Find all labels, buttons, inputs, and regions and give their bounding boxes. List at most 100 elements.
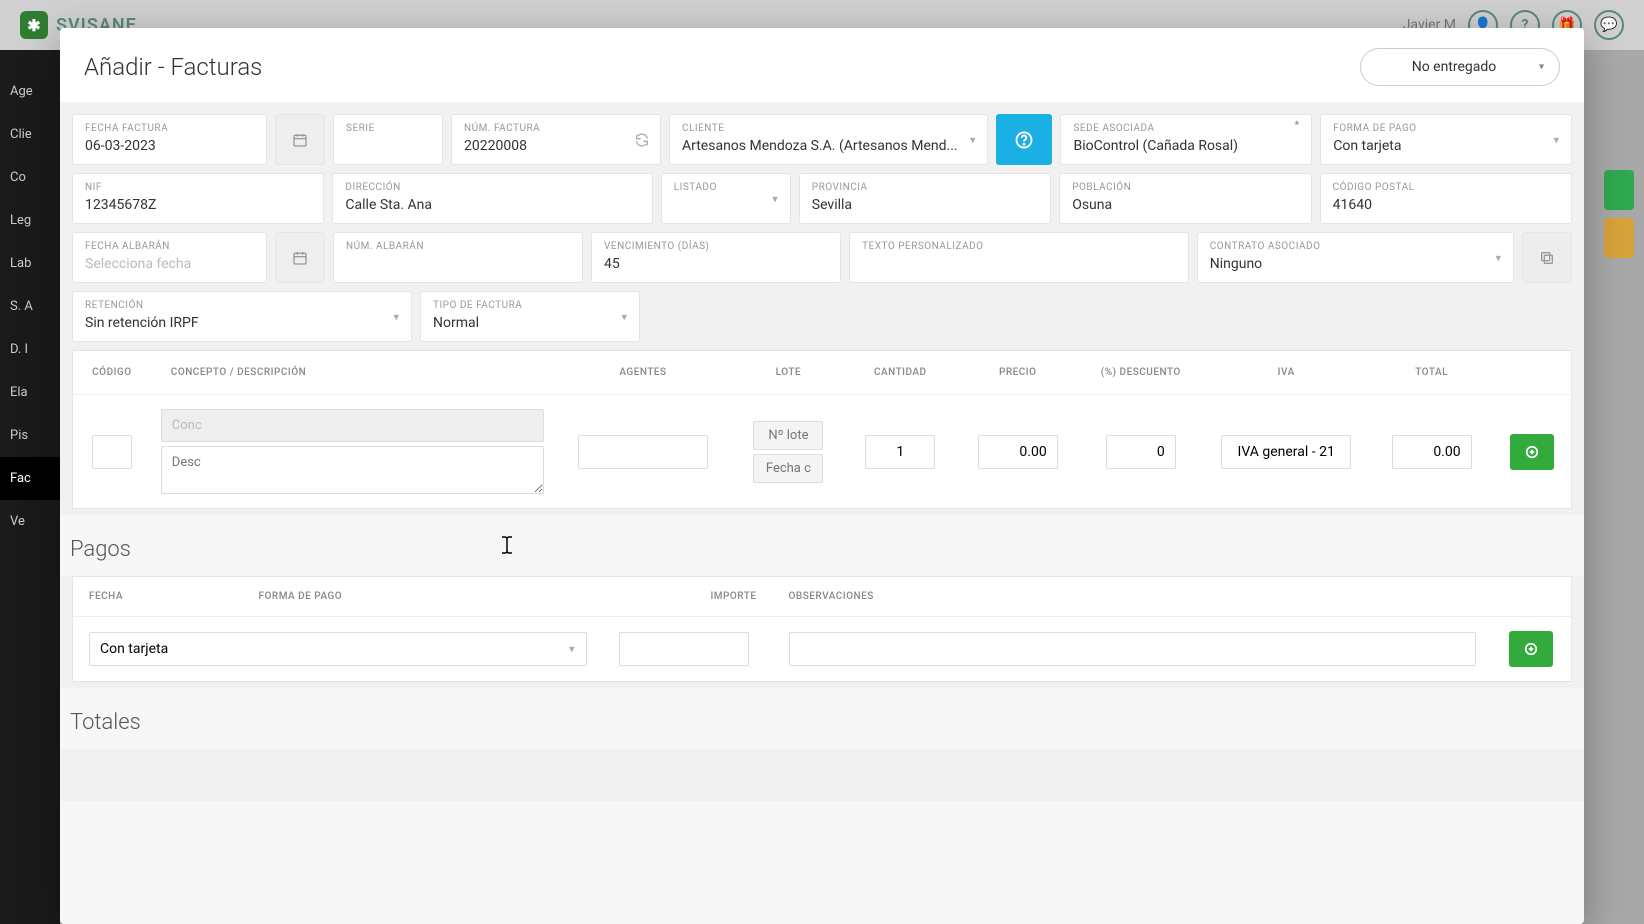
cp-input[interactable] — [1333, 195, 1559, 215]
label: DIRECCIÓN — [345, 182, 639, 193]
descuento-input[interactable] — [1106, 435, 1176, 469]
refresh-icon[interactable] — [634, 132, 650, 148]
modal-body: FECHA FACTURA SERIE NÚM. FACTURA CLIENTE… — [60, 102, 1584, 801]
poblacion-field[interactable]: POBLACIÓN — [1059, 173, 1311, 224]
th-forma: FORMA DE PAGO — [243, 577, 603, 617]
bg-badge-orange — [1604, 218, 1634, 258]
sidebar-item[interactable]: Co — [0, 156, 60, 199]
sidebar-item[interactable]: Ve — [0, 500, 60, 543]
th-importe: IMPORTE — [603, 577, 773, 617]
concepto-input-disabled[interactable]: Conc — [161, 409, 544, 442]
th-fecha: FECHA — [73, 577, 243, 617]
lote-fecha-input[interactable] — [753, 454, 823, 483]
sidebar-item[interactable]: S. A — [0, 285, 60, 328]
forma-pago-field[interactable]: FORMA DE PAGO Con tarjeta — [1320, 114, 1572, 165]
th-cantidad: CANTIDAD — [844, 351, 956, 395]
th-agentes: AGENTES — [554, 351, 733, 395]
direccion-field[interactable]: DIRECCIÓN — [332, 173, 652, 224]
link-icon[interactable] — [1522, 232, 1572, 283]
label: POBLACIÓN — [1072, 182, 1298, 193]
fecha-factura-field[interactable]: FECHA FACTURA — [72, 114, 267, 165]
listado-field[interactable]: LISTADO — [661, 173, 791, 224]
help-button[interactable] — [996, 114, 1052, 165]
bg-right-badges — [1604, 170, 1634, 258]
iva-select[interactable] — [1221, 435, 1351, 469]
calendar-icon[interactable] — [275, 114, 325, 165]
serie-input[interactable] — [346, 136, 430, 156]
label: NÚM. FACTURA — [464, 123, 648, 134]
texto-personalizado-field[interactable]: TEXTO PERSONALIZADO — [849, 232, 1189, 283]
lote-num-input[interactable] — [753, 421, 823, 450]
texto-personalizado-input[interactable] — [862, 254, 1176, 274]
provincia-field[interactable]: PROVINCIA — [799, 173, 1051, 224]
label: CONTRATO ASOCIADO — [1210, 241, 1501, 252]
descripcion-input[interactable] — [161, 446, 544, 494]
tipo-factura-value: Normal — [433, 313, 627, 333]
pago-forma-select[interactable] — [89, 632, 587, 666]
sidebar-item[interactable]: Lab — [0, 242, 60, 285]
retencion-value: Sin retención IRPF — [85, 313, 399, 333]
vencimiento-input[interactable] — [604, 254, 828, 274]
th-concepto: CONCEPTO / DESCRIPCIÓN — [151, 351, 554, 395]
label: FORMA DE PAGO — [1333, 123, 1559, 134]
status-dropdown[interactable]: No entregado — [1360, 48, 1560, 86]
direccion-input[interactable] — [345, 195, 639, 215]
add-pago-button[interactable] — [1509, 631, 1553, 667]
add-line-button[interactable] — [1510, 434, 1554, 470]
calendar-icon[interactable] — [275, 232, 325, 283]
bg-sidebar: Age Clie Co Leg Lab S. A D. I Ela Pis Fa… — [0, 50, 60, 924]
cantidad-input[interactable] — [865, 435, 935, 469]
sidebar-item[interactable]: Age — [0, 70, 60, 113]
label: NÚM. ALBARÁN — [346, 241, 570, 252]
num-albaran-input[interactable] — [346, 254, 570, 274]
label: RETENCIÓN — [85, 300, 399, 311]
th-observaciones: OBSERVACIONES — [773, 577, 1492, 617]
label: CÓDIGO POSTAL — [1333, 182, 1559, 193]
provincia-input[interactable] — [812, 195, 1038, 215]
sidebar-item[interactable]: Clie — [0, 113, 60, 156]
sidebar-item[interactable]: Pis — [0, 414, 60, 457]
pago-row: ▾ — [73, 617, 1572, 682]
precio-input[interactable] — [978, 435, 1058, 469]
num-factura-field[interactable]: NÚM. FACTURA — [451, 114, 661, 165]
agentes-input[interactable] — [578, 435, 708, 469]
line-items-table: CÓDIGO CONCEPTO / DESCRIPCIÓN AGENTES LO… — [72, 350, 1572, 509]
sede-field[interactable]: SEDE ASOCIADA BioControl (Cañada Rosal) — [1060, 114, 1312, 165]
serie-field[interactable]: SERIE — [333, 114, 443, 165]
invoice-modal: Añadir - Facturas No entregado FECHA FAC… — [60, 28, 1584, 924]
sidebar-item[interactable]: D. I — [0, 328, 60, 371]
nif-field[interactable]: NIF — [72, 173, 324, 224]
label: CLIENTE — [682, 123, 975, 134]
poblacion-input[interactable] — [1072, 195, 1298, 215]
sidebar-item[interactable]: Ela — [0, 371, 60, 414]
vencimiento-field[interactable]: VENCIMIENTO (DÍAS) — [591, 232, 841, 283]
total-input[interactable] — [1392, 435, 1472, 469]
contrato-field[interactable]: CONTRATO ASOCIADO Ninguno — [1197, 232, 1514, 283]
pago-observaciones-input[interactable] — [789, 632, 1476, 666]
label: SEDE ASOCIADA — [1073, 123, 1299, 134]
label: FECHA FACTURA — [85, 123, 254, 134]
th-precio: PRECIO — [956, 351, 1079, 395]
modal-header: Añadir - Facturas No entregado — [60, 28, 1584, 102]
num-albaran-field[interactable]: NÚM. ALBARÁN — [333, 232, 583, 283]
cliente-field[interactable]: CLIENTE Artesanos Mendoza S.A. (Artesano… — [669, 114, 988, 165]
fecha-albaran-field[interactable]: FECHA ALBARÁN — [72, 232, 267, 283]
pagos-table: FECHA FORMA DE PAGO IMPORTE OBSERVACIONE… — [72, 576, 1572, 682]
fecha-factura-input[interactable] — [85, 136, 254, 156]
retencion-field[interactable]: RETENCIÓN Sin retención IRPF — [72, 291, 412, 342]
th-iva: IVA — [1202, 351, 1370, 395]
label: SERIE — [346, 123, 430, 134]
codigo-input[interactable] — [92, 435, 132, 469]
tipo-factura-field[interactable]: TIPO DE FACTURA Normal — [420, 291, 640, 342]
cp-field[interactable]: CÓDIGO POSTAL — [1320, 173, 1572, 224]
th-codigo: CÓDIGO — [73, 351, 151, 395]
nif-input[interactable] — [85, 195, 311, 215]
fecha-albaran-input[interactable] — [85, 254, 254, 274]
pago-importe-input[interactable] — [619, 632, 749, 666]
sidebar-item-active[interactable]: Fac — [0, 457, 60, 500]
status-value: No entregado — [1412, 59, 1497, 75]
chat-icon[interactable]: 💬 — [1594, 10, 1624, 40]
num-factura-input[interactable] — [464, 136, 648, 156]
sidebar-item[interactable]: Leg — [0, 199, 60, 242]
label: NIF — [85, 182, 311, 193]
